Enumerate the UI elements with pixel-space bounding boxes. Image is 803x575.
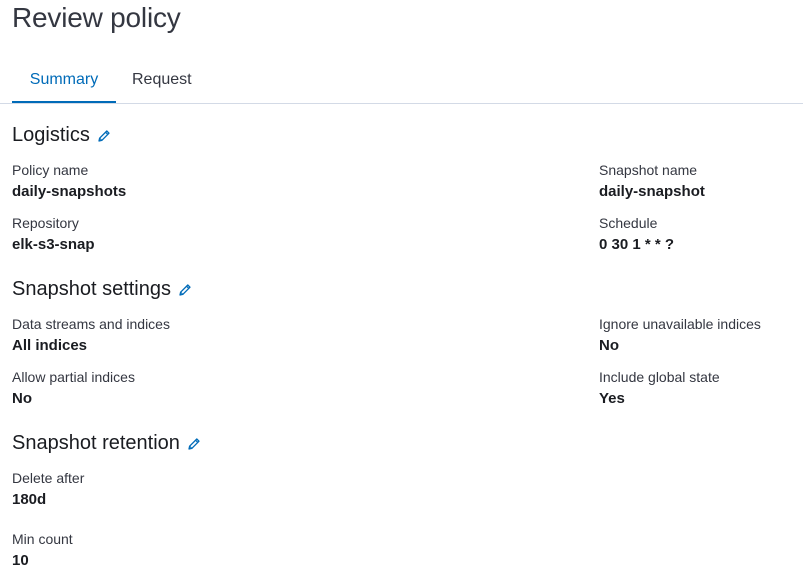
snapshot-settings-section-title: Snapshot settings [12, 278, 193, 301]
tab-request[interactable]: Request [132, 60, 192, 103]
allow-partial-label: Allow partial indices [12, 369, 135, 385]
schedule-label: Schedule [599, 215, 658, 231]
data-streams-label: Data streams and indices [12, 316, 170, 332]
snapshot-retention-title-text: Snapshot retention [12, 432, 180, 454]
snapshot-name-value: daily-snapshot [599, 183, 705, 200]
logistics-title-text: Logistics [12, 124, 90, 146]
allow-partial-value: No [12, 390, 32, 407]
delete-after-label: Delete after [12, 470, 85, 486]
schedule-value: 0 30 1 * * ? [599, 236, 675, 253]
ignore-unavailable-value: No [599, 337, 619, 354]
pencil-icon[interactable] [177, 282, 193, 298]
snapshot-name-label: Snapshot name [599, 162, 698, 178]
min-count-value: 10 [12, 552, 29, 569]
repository-label: Repository [12, 215, 79, 231]
pencil-icon[interactable] [186, 436, 202, 452]
pencil-icon[interactable] [96, 128, 112, 144]
policy-name-label: Policy name [12, 162, 89, 178]
tab-bar: Summary Request [0, 60, 803, 104]
include-global-value: Yes [599, 390, 625, 407]
policy-name-value: daily-snapshots [12, 183, 127, 200]
data-streams-value: All indices [12, 337, 88, 354]
snapshot-settings-title-text: Snapshot settings [12, 278, 171, 300]
logistics-section-title: Logistics [12, 124, 112, 147]
include-global-label: Include global state [599, 369, 720, 385]
repository-value: elk-s3-snap [12, 236, 95, 253]
tab-summary[interactable]: Summary [12, 60, 116, 103]
page-title: Review policy [12, 2, 181, 33]
snapshot-retention-section-title: Snapshot retention [12, 432, 202, 455]
ignore-unavailable-label: Ignore unavailable indices [599, 316, 761, 332]
delete-after-value: 180d [12, 491, 47, 508]
min-count-label: Min count [12, 531, 73, 547]
